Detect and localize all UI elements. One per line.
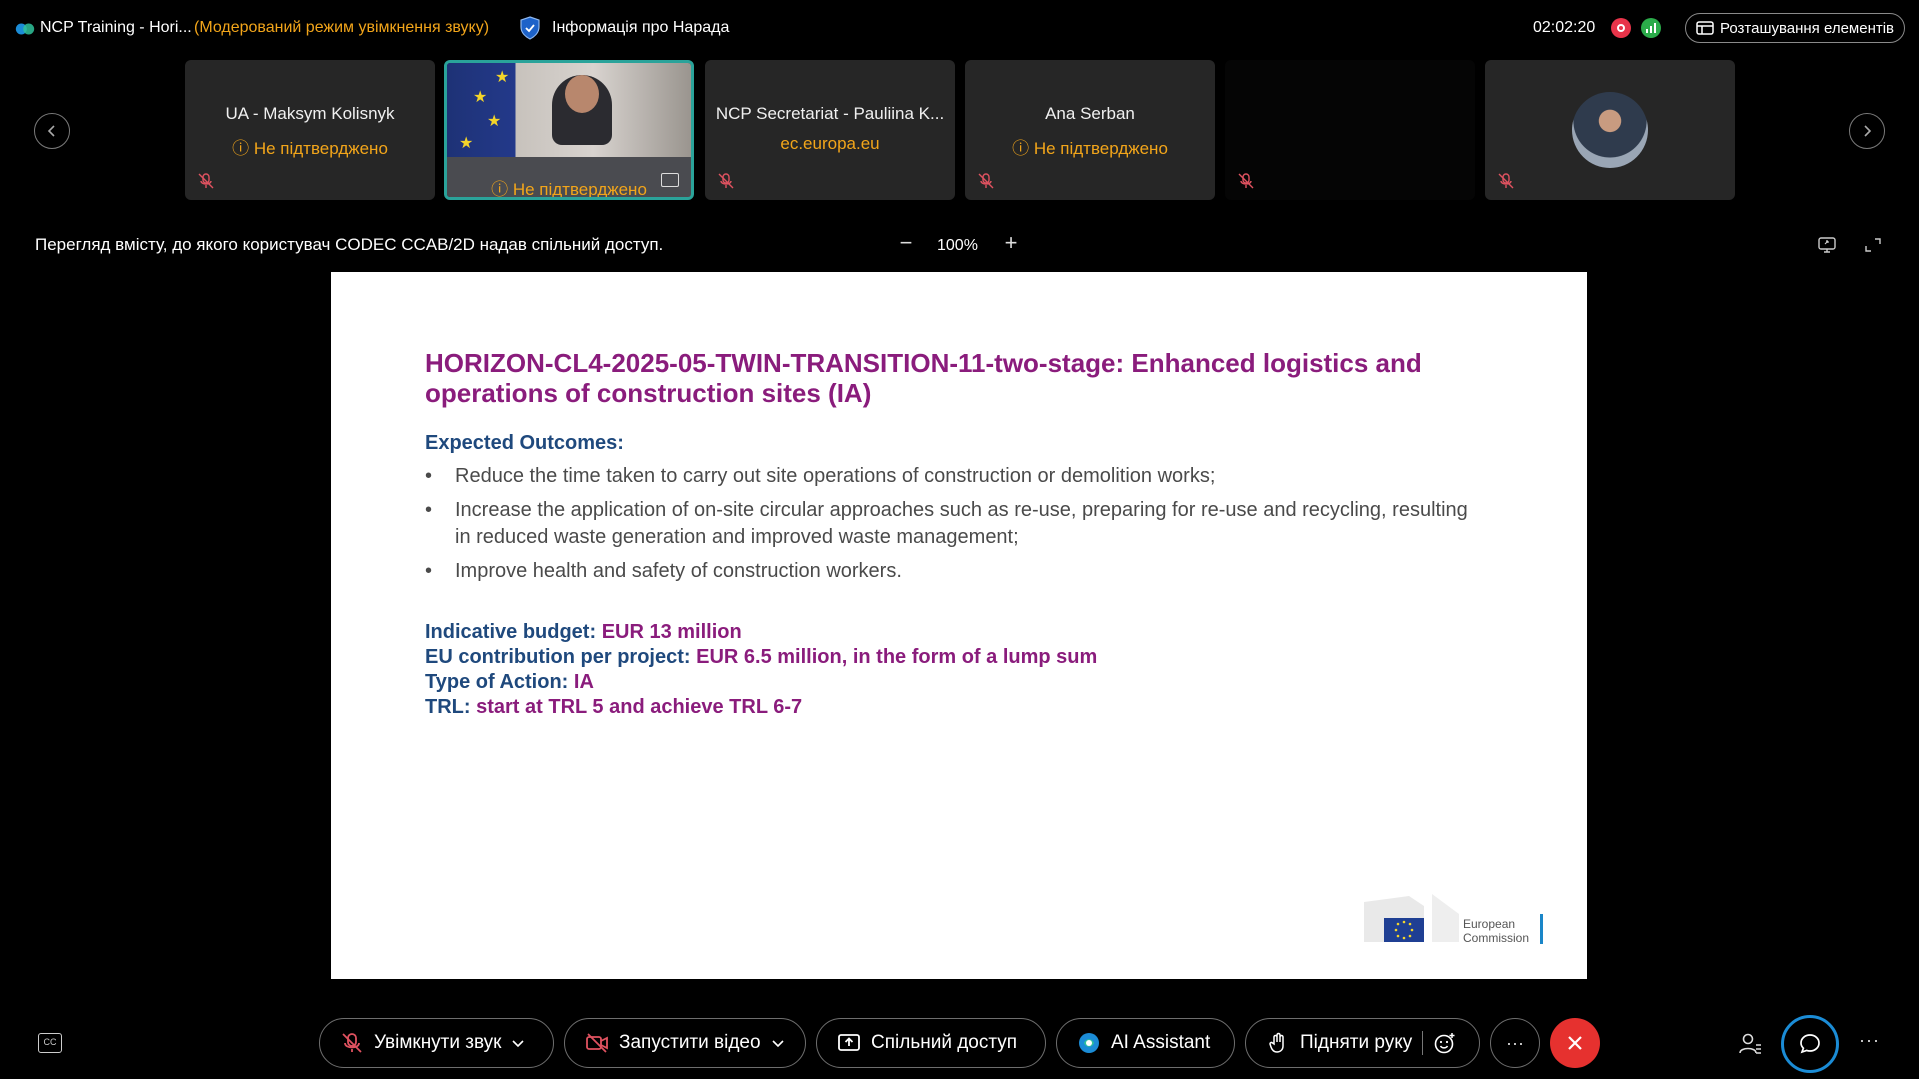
muted-mic-icon (198, 173, 214, 189)
ec-logo-line1: European (1463, 917, 1516, 931)
zoom-out-button[interactable]: − (896, 232, 916, 256)
ai-assistant-button[interactable]: AI Assistant (1056, 1018, 1235, 1068)
fact-budget: Indicative budget: EUR 13 million (425, 621, 742, 643)
muted-mic-icon (718, 173, 734, 189)
shield-icon[interactable] (519, 16, 541, 40)
participant-tile[interactable]: NCP Secretariat - Pauliina K... ec.europ… (705, 60, 955, 200)
participant-tile[interactable] (1485, 60, 1735, 200)
unmute-button[interactable]: Увімкнути звук (319, 1018, 554, 1068)
chat-icon (1800, 1034, 1820, 1054)
outcomes-list: Reduce the time taken to carry out site … (425, 463, 1475, 592)
avatar (1572, 92, 1648, 168)
share-caption: Перегляд вмісту, до якого користувач COD… (35, 235, 664, 254)
ellipsis-icon: ··· (1506, 1032, 1524, 1053)
fact-contribution: EU contribution per project: EUR 6.5 mil… (425, 646, 1098, 668)
top-bar: NCP Training - Hori... (Модерований режи… (0, 0, 1919, 56)
unverified-icon: ⓘ (1012, 139, 1030, 158)
participant-status-text: Не підтверджено (1033, 139, 1168, 158)
fact-trl: TRL: start at TRL 5 and achieve TRL 6-7 (425, 696, 803, 718)
more-options-button[interactable]: ··· (1490, 1018, 1540, 1068)
zoom-level[interactable]: 100% (937, 237, 978, 255)
unverified-icon: ⓘ (491, 180, 509, 199)
participants-icon[interactable] (1737, 1031, 1763, 1057)
muted-mic-icon (342, 1033, 362, 1053)
network-signal-icon[interactable] (1641, 18, 1661, 38)
unmute-button-label: Увімкнути звук (374, 1032, 502, 1053)
chat-button[interactable] (1781, 1015, 1839, 1073)
share-button-label: Спільний доступ (871, 1032, 1018, 1053)
app-title: NCP Training - Hori... (40, 19, 192, 36)
chevron-right-icon (1864, 125, 1872, 137)
share-screen-icon (838, 1034, 860, 1051)
shared-slide: HORIZON-CL4-2025-05-TWIN-TRANSITION-11-t… (331, 272, 1587, 979)
zoom-in-button[interactable]: + (1000, 232, 1022, 256)
chevron-left-icon (47, 125, 55, 137)
fullscreen-icon[interactable] (1863, 236, 1883, 254)
meeting-timer: 02:02:20 (1533, 19, 1596, 36)
layout-icon (1696, 21, 1714, 35)
participant-name: Ana Serban (1045, 104, 1135, 123)
participant-status: ⓘ Не підтверджено (447, 175, 691, 199)
overflow-menu-button[interactable]: ··· (1859, 1030, 1880, 1051)
muted-mic-icon (1498, 173, 1514, 189)
participant-name: NCP Secretariat - Pauliina K... (715, 104, 945, 123)
muted-mic-icon (978, 173, 994, 189)
meeting-info-link[interactable]: Інформація про Нарада (552, 19, 729, 37)
close-icon (1568, 1036, 1582, 1050)
participant-tile[interactable] (1225, 60, 1475, 200)
raise-hand-button[interactable]: Підняти руку (1245, 1018, 1480, 1068)
participant-tile[interactable]: UA - Maksym Kolisnyk ⓘ Не підтверджено (185, 60, 435, 200)
moderated-mode-label: (Модерований режим увімкнення звуку) (194, 19, 490, 36)
video-off-icon (586, 1033, 608, 1053)
participant-name: UA - Maksym Kolisnyk (225, 104, 395, 123)
start-video-button[interactable]: Запустити відео (564, 1018, 806, 1068)
participant-tile-active-speaker[interactable]: ★ ★ ★ ★ ⓘ Не підтверджено (444, 60, 694, 200)
reactions-icon[interactable] (1433, 1031, 1457, 1055)
divider (1422, 1031, 1424, 1055)
webex-logo-icon (15, 23, 35, 35)
chevron-down-icon[interactable] (771, 1036, 785, 1050)
strip-prev-button[interactable] (34, 113, 70, 149)
chevron-down-icon[interactable] (511, 1036, 525, 1050)
raise-hand-label: Підняти руку (1300, 1032, 1413, 1053)
participant-status: ⓘ Не підтверджено (965, 134, 1215, 159)
ec-logo-bar (1540, 914, 1543, 944)
participant-status: ec.europa.eu (780, 134, 880, 153)
participant-status-text: Не підтверджено (512, 180, 647, 199)
strip-next-button[interactable] (1849, 113, 1885, 149)
ai-assistant-label: AI Assistant (1111, 1032, 1211, 1053)
ec-logo-text: European Commission (1463, 917, 1529, 945)
popout-share-icon[interactable] (1817, 236, 1837, 254)
participant-tile[interactable]: Ana Serban ⓘ Не підтверджено (965, 60, 1215, 200)
sharing-icon (661, 173, 679, 187)
muted-mic-icon (1238, 173, 1254, 189)
unverified-icon: ⓘ (232, 139, 250, 158)
slide-title: HORIZON-CL4-2025-05-TWIN-TRANSITION-11-t… (425, 348, 1422, 408)
ai-assistant-icon (1079, 1033, 1099, 1053)
list-item: Reduce the time taken to carry out site … (425, 463, 1475, 490)
raise-hand-icon (1269, 1032, 1284, 1053)
list-item: Improve health and safety of constructio… (425, 558, 1475, 585)
call-facts: Indicative budget: EUR 13 million EU con… (425, 620, 1097, 720)
recording-icon[interactable] (1611, 18, 1631, 38)
participant-status-text: Не підтверджено (253, 139, 388, 158)
ec-logo-line2: Commission (1463, 931, 1530, 945)
participant-status: ⓘ Не підтверджено (185, 134, 435, 159)
fact-action-type: Type of Action: IA (425, 671, 594, 693)
start-video-label: Запустити відео (619, 1032, 761, 1053)
closed-captions-button[interactable]: CC (38, 1033, 62, 1053)
list-item: Increase the application of on-site circ… (425, 497, 1475, 551)
share-button[interactable]: Спільний доступ (816, 1018, 1046, 1068)
layout-button[interactable]: Розташування елементів (1685, 13, 1905, 43)
leave-meeting-button[interactable] (1550, 1018, 1600, 1068)
layout-button-label: Розташування елементів (1720, 19, 1895, 37)
expected-outcomes-heading: Expected Outcomes: (425, 432, 624, 454)
